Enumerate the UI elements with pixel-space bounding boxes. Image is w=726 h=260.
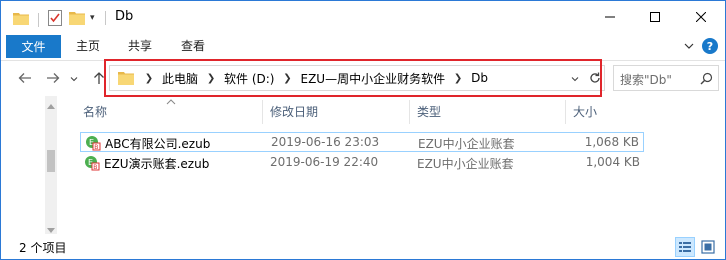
address-bar[interactable]: ❯ 此电脑 ❯ 软件 (D:) ❯ EZU—周中小企业财务软件 ❯ Db: [109, 65, 605, 91]
search-placeholder: 搜索"Db": [620, 73, 672, 87]
column-header-name[interactable]: 名称: [83, 96, 107, 128]
title-separator: [105, 11, 106, 25]
file-date-modified: 2019-06-19 22:40: [270, 155, 379, 169]
item-count: 2 个项目: [19, 241, 67, 255]
chevron-right-icon[interactable]: ❯: [140, 73, 158, 84]
folder-icon: [118, 71, 134, 85]
scroll-down-arrow-icon[interactable]: [47, 223, 55, 233]
breadcrumb-item-db[interactable]: Db: [467, 71, 492, 85]
explorer-window: ▾ Db 文件 主页 共享 查看 ? ❯ 此电脑 ❯ 软件 (D:) ❯ EZU…: [0, 0, 726, 260]
ezub-file-icon: EB: [84, 155, 100, 171]
minimize-icon: [604, 16, 615, 18]
file-size: 1,004 KB: [585, 155, 640, 169]
up-arrow-icon[interactable]: [91, 70, 107, 86]
chevron-right-icon[interactable]: ❯: [449, 73, 467, 84]
column-divider[interactable]: [565, 100, 566, 124]
file-name: ABC有限公司.ezub: [105, 137, 211, 151]
file-size: 1,068 KB: [584, 135, 639, 149]
details-view-icon: [679, 242, 691, 252]
title-bar: ▾ Db: [1, 1, 725, 33]
column-headers: 名称 修改日期 类型 大小: [67, 96, 725, 128]
file-row[interactable]: EB EZU演示账套.ezub 2019-06-19 22:40 EZU中小企业…: [80, 153, 644, 173]
tab-file[interactable]: 文件: [6, 35, 61, 58]
navigation-bar: ❯ 此电脑 ❯ 软件 (D:) ❯ EZU—周中小企业财务软件 ❯ Db 搜索"…: [1, 59, 725, 97]
column-header-size[interactable]: 大小: [573, 96, 597, 128]
help-button[interactable]: ?: [702, 38, 718, 54]
status-bar: 2 个项目: [1, 235, 725, 259]
search-input[interactable]: 搜索"Db": [613, 65, 719, 91]
column-divider[interactable]: [409, 100, 410, 124]
svg-text:B: B: [94, 144, 98, 151]
details-view-button[interactable]: [675, 237, 695, 257]
close-icon: [696, 12, 706, 22]
back-arrow-icon[interactable]: [17, 70, 33, 86]
file-name: EZU演示账套.ezub: [104, 157, 210, 171]
column-divider[interactable]: [262, 100, 263, 124]
large-icons-view-button[interactable]: [698, 237, 718, 257]
chevron-down-icon[interactable]: [683, 40, 695, 52]
column-header-date-modified[interactable]: 修改日期: [270, 96, 318, 128]
sort-ascending-icon: [166, 94, 176, 105]
breadcrumb-item-software-folder[interactable]: EZU—周中小企业财务软件: [296, 70, 449, 87]
svg-text:B: B: [93, 164, 97, 171]
search-icon[interactable]: [700, 72, 713, 85]
file-row[interactable]: EB ABC有限公司.ezub 2019-06-16 23:03 EZU中小企业…: [80, 132, 644, 152]
chevron-right-icon[interactable]: ❯: [202, 73, 220, 84]
breadcrumb-item-drive[interactable]: 软件 (D:): [220, 70, 278, 87]
folder-icon[interactable]: [13, 12, 29, 25]
quick-access-separator: [38, 13, 39, 27]
window-title: Db: [115, 9, 134, 24]
tab-share[interactable]: 共享: [128, 35, 152, 58]
address-history-chevron-icon[interactable]: [570, 73, 580, 83]
maximize-button[interactable]: [632, 1, 677, 33]
breadcrumb: ❯ 此电脑 ❯ 软件 (D:) ❯ EZU—周中小企业财务软件 ❯ Db: [140, 66, 492, 90]
refresh-icon[interactable]: [587, 70, 603, 86]
forward-arrow-icon[interactable]: [45, 70, 61, 86]
recent-locations-chevron-icon[interactable]: [69, 73, 79, 83]
file-type: EZU中小企业账套: [418, 137, 515, 151]
ribbon-tabs: 文件 主页 共享 查看 ?: [1, 33, 725, 60]
quick-access-dropdown-icon[interactable]: ▾: [90, 13, 100, 23]
new-folder-icon[interactable]: [69, 11, 85, 25]
properties-icon[interactable]: [48, 10, 62, 26]
maximize-icon: [649, 12, 660, 22]
file-type: EZU中小企业账套: [417, 157, 514, 171]
close-button[interactable]: [677, 1, 725, 33]
column-header-type[interactable]: 类型: [417, 96, 441, 128]
large-icons-view-icon: [701, 240, 715, 254]
breadcrumb-item-this-pc[interactable]: 此电脑: [158, 70, 202, 87]
ezub-file-icon: EB: [85, 135, 101, 151]
tab-view[interactable]: 查看: [181, 35, 205, 58]
scroll-up-arrow-icon[interactable]: [47, 98, 55, 109]
file-date-modified: 2019-06-16 23:03: [271, 135, 380, 149]
navigation-pane-scrollbar[interactable]: [45, 96, 57, 234]
tab-home[interactable]: 主页: [76, 35, 100, 58]
scrollbar-thumb[interactable]: [47, 150, 55, 172]
chevron-right-icon[interactable]: ❯: [278, 73, 296, 84]
minimize-button[interactable]: [587, 1, 632, 33]
